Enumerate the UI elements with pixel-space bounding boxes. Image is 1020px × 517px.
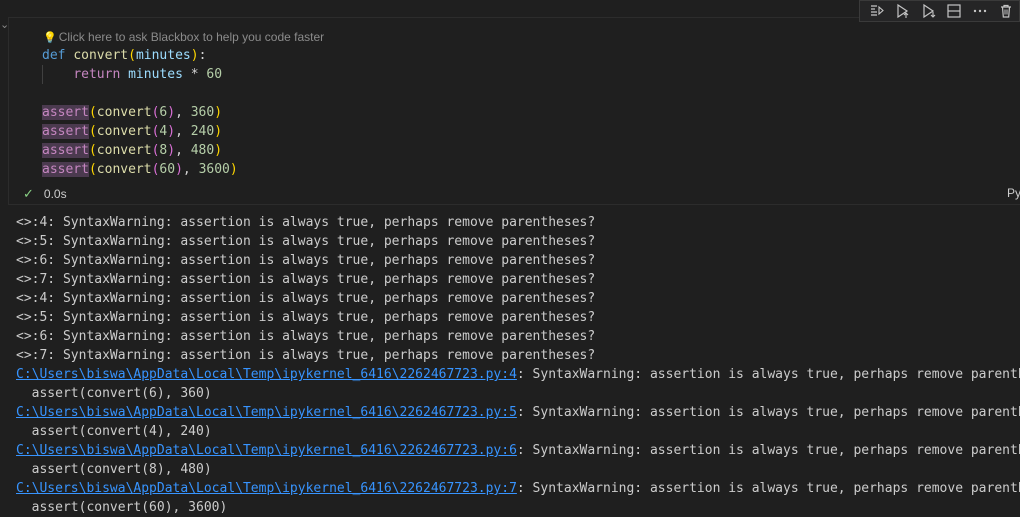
code-line-assert: assert(convert(60), 3600) bbox=[42, 162, 238, 177]
check-icon: ✓ bbox=[23, 186, 34, 201]
hint-text: Click here to ask Blackbox to help you c… bbox=[58, 30, 325, 44]
output-line: <>:5: SyntaxWarning: assertion is always… bbox=[16, 310, 596, 325]
cell-toolbar bbox=[859, 0, 1020, 22]
execute-below-icon[interactable] bbox=[916, 1, 942, 21]
code-line-assert: assert(convert(8), 480) bbox=[42, 143, 223, 158]
output-line: <>:4: SyntaxWarning: assertion is always… bbox=[16, 291, 596, 306]
output-line: <>:6: SyntaxWarning: assertion is always… bbox=[16, 253, 596, 268]
output-line: <>:7: SyntaxWarning: assertion is always… bbox=[16, 272, 596, 287]
code-line-assert: assert(convert(4), 240) bbox=[42, 124, 223, 139]
language-picker[interactable]: Py bbox=[1007, 186, 1020, 200]
code-line-assert: assert(convert(6), 360) bbox=[42, 105, 223, 120]
blackbox-hint[interactable]: 💡 Click here to ask Blackbox to help you… bbox=[43, 30, 324, 44]
output-line: <>:7: SyntaxWarning: assertion is always… bbox=[16, 348, 596, 363]
trace-source: assert(convert(60), 3600) bbox=[16, 500, 228, 515]
file-link[interactable]: C:\Users\biswa\AppData\Local\Temp\ipyker… bbox=[16, 405, 517, 420]
trace-line: C:\Users\biswa\AppData\Local\Temp\ipyker… bbox=[16, 367, 1020, 382]
trace-line: C:\Users\biswa\AppData\Local\Temp\ipyker… bbox=[16, 405, 1020, 420]
output-line: <>:5: SyntaxWarning: assertion is always… bbox=[16, 234, 596, 249]
cell-output: <>:4: SyntaxWarning: assertion is always… bbox=[16, 213, 1020, 517]
code-line-1: def convert(minutes): bbox=[42, 48, 207, 63]
code-editor[interactable]: def convert(minutes): return minutes * 6… bbox=[42, 46, 238, 179]
more-icon[interactable] bbox=[967, 1, 993, 21]
exec-time: 0.0s bbox=[43, 187, 67, 201]
output-line: <>:4: SyntaxWarning: assertion is always… bbox=[16, 215, 596, 230]
trace-source: assert(convert(8), 480) bbox=[16, 462, 212, 477]
delete-icon[interactable] bbox=[993, 1, 1019, 21]
output-line: <>:6: SyntaxWarning: assertion is always… bbox=[16, 329, 596, 344]
lightbulb-icon: 💡 bbox=[43, 31, 57, 44]
file-link[interactable]: C:\Users\biswa\AppData\Local\Temp\ipyker… bbox=[16, 443, 517, 458]
trace-line: C:\Users\biswa\AppData\Local\Temp\ipyker… bbox=[16, 443, 1020, 458]
code-cell[interactable]: 💡 Click here to ask Blackbox to help you… bbox=[8, 17, 1020, 205]
file-link[interactable]: C:\Users\biswa\AppData\Local\Temp\ipyker… bbox=[16, 367, 517, 382]
execute-above-icon[interactable] bbox=[890, 1, 916, 21]
trace-source: assert(convert(6), 360) bbox=[16, 386, 212, 401]
file-link[interactable]: C:\Users\biswa\AppData\Local\Temp\ipyker… bbox=[16, 481, 517, 496]
trace-line: C:\Users\biswa\AppData\Local\Temp\ipyker… bbox=[16, 481, 1020, 496]
trace-source: assert(convert(4), 240) bbox=[16, 424, 212, 439]
run-by-line-icon[interactable] bbox=[864, 1, 890, 21]
code-line-2: return minutes * 60 bbox=[73, 67, 223, 82]
execution-status: ✓ 0.0s bbox=[23, 186, 67, 202]
split-cell-icon[interactable] bbox=[941, 1, 967, 21]
